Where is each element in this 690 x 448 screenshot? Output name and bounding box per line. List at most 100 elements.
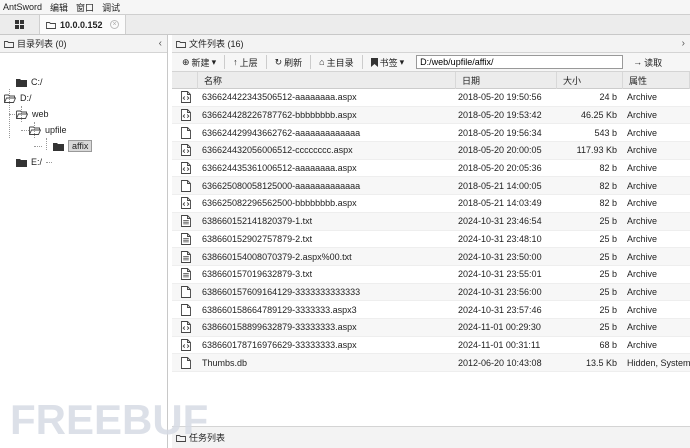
blank-file-icon <box>172 283 198 300</box>
caret-down-icon: ▾ <box>211 56 217 67</box>
file-attr: Archive <box>627 145 658 156</box>
menu-bar: AntSword 编辑 窗口 调试 <box>0 0 690 14</box>
new-button[interactable]: ⊕ 新建 ▾ <box>178 55 220 70</box>
file-date: 2018-05-20 19:56:34 <box>458 127 542 138</box>
blank-file-icon <box>172 124 198 141</box>
file-row[interactable]: 636624429943662762-aaaaaaaaaaaaa 2018-05-… <box>172 124 690 143</box>
file-row[interactable]: 636624422343506512-aaaaaaaa.aspx 2018-05-… <box>172 89 690 107</box>
tree-item-e[interactable]: E:/ <box>16 154 42 170</box>
blank-file-icon <box>172 177 198 194</box>
file-date: 2018-05-20 20:05:36 <box>458 163 542 174</box>
freebuf-watermark: FREEBUF <box>10 396 208 440</box>
bookmark-button[interactable]: 书签 ▾ <box>367 55 409 70</box>
file-date: 2018-05-20 20:00:05 <box>458 145 542 156</box>
file-size: 82 b <box>599 198 617 209</box>
file-date: 2024-10-31 23:57:46 <box>458 304 542 315</box>
file-attr: Archive <box>627 163 658 174</box>
bookmark-icon <box>370 57 378 67</box>
path-input[interactable] <box>416 55 624 69</box>
grid-icon[interactable] <box>0 15 40 34</box>
tab-session[interactable]: 10.0.0.152 × <box>40 15 126 34</box>
tree-item-web[interactable]: web <box>16 106 49 122</box>
file-date: 2018-05-20 19:50:56 <box>458 92 542 103</box>
file-row[interactable]: 638660154008070379-2.aspx%00.txt 2024-10-… <box>172 248 690 266</box>
file-attr: Archive <box>627 251 658 262</box>
folder-icon <box>4 40 14 48</box>
file-name: 638660158899632879-33333333.aspx <box>202 322 357 333</box>
file-name: 636624435361006512-aaaaaaaa.aspx <box>202 163 357 174</box>
tree-item-label: D:/ <box>20 93 32 103</box>
up-button-label: 上层 <box>239 57 258 68</box>
file-row[interactable]: 638660152141820379-1.txt 2024-10-31 23:46… <box>172 212 690 231</box>
open-folder-icon <box>4 94 16 103</box>
file-name: Thumbs.db <box>202 357 248 368</box>
file-row[interactable]: 636625080058125000-aaaaaaaaaaaaa 2018-05-… <box>172 177 690 196</box>
refresh-button[interactable]: ↻ 刷新 <box>271 55 307 70</box>
file-date: 2024-10-31 23:48:10 <box>458 233 542 244</box>
file-row[interactable]: 638660158899632879-33333333.aspx 2024-11-… <box>172 318 690 337</box>
close-icon[interactable]: × <box>110 20 119 29</box>
file-row[interactable]: 636624428226787762-bbbbbbbb.aspx 2018-05-… <box>172 106 690 125</box>
file-size: 46.25 Kb <box>580 110 617 121</box>
file-name: 638660157609164129-3333333333333 <box>202 286 361 297</box>
file-row[interactable]: Thumbs.db 2012-06-20 10:43:08 13.5 Kb Hidde… <box>172 354 690 372</box>
file-row[interactable]: 638660152902757879-2.txt 2024-10-31 23:48… <box>172 231 690 249</box>
bookmark-button-label: 书签 <box>379 57 398 68</box>
tree-item-d[interactable]: D:/ <box>4 90 32 106</box>
caret-down-icon: ▾ <box>399 56 405 67</box>
menu-item-window[interactable]: 窗口 <box>76 1 94 14</box>
menu-item-debug[interactable]: 调试 <box>102 1 120 14</box>
tab-label: 10.0.0.152 <box>60 19 103 30</box>
code-file-icon <box>172 319 198 336</box>
code-file-icon <box>172 160 198 177</box>
file-name: 638660152902757879-2.txt <box>202 233 313 244</box>
blank-file-icon <box>172 301 198 318</box>
file-attr: Archive <box>627 216 658 227</box>
file-row[interactable]: 636625082296562500-bbbbbbbb.aspx 2018-05-… <box>172 195 690 213</box>
read-button[interactable]: → 读取 <box>629 55 666 70</box>
open-folder-icon <box>29 126 41 135</box>
column-attr[interactable]: 属性 <box>623 71 690 89</box>
tree-item-upfile[interactable]: upfile <box>29 122 67 138</box>
menu-item-edit[interactable]: 编辑 <box>50 1 68 14</box>
file-size: 68 b <box>599 339 617 350</box>
file-row[interactable]: 636624435361006512-aaaaaaaa.aspx 2018-05-… <box>172 160 690 178</box>
file-row[interactable]: 638660158664789129-3333333.aspx3 2024-10-… <box>172 301 690 319</box>
tree-item-label: web <box>32 109 49 119</box>
file-row[interactable]: 638660178716976629-33333333.aspx 2024-11-… <box>172 337 690 355</box>
file-size: 25 b <box>599 286 617 297</box>
file-row[interactable]: 638660157609164129-3333333333333 2024-10-… <box>172 283 690 302</box>
up-button[interactable]: ↑ 上层 <box>229 55 262 70</box>
file-size: 82 b <box>599 163 617 174</box>
file-table-body: 636624422343506512-aaaaaaaa.aspx 2018-05-… <box>172 89 690 372</box>
file-row[interactable]: 636624432056006512-cccccccc.aspx 2018-05-… <box>172 142 690 160</box>
directory-tree: C:/ D:/ web upfile affix E:/ <box>0 53 167 167</box>
read-button-label: 读取 <box>644 57 663 68</box>
task-panel-header[interactable]: 任务列表 <box>172 426 690 448</box>
file-attr: Archive <box>627 233 658 244</box>
plus-circle-icon: ⊕ <box>182 56 190 67</box>
home-button[interactable]: ⌂ 主目录 <box>315 55 357 70</box>
folder-icon <box>53 142 64 151</box>
file-attr: Archive <box>627 322 658 333</box>
text-file-icon <box>172 248 198 265</box>
column-date[interactable]: 日期 <box>456 71 557 89</box>
file-size: 25 b <box>599 304 617 315</box>
column-size[interactable]: 大小 <box>557 71 623 89</box>
collapse-right-icon[interactable]: › <box>682 38 685 49</box>
file-size: 25 b <box>599 216 617 227</box>
file-row[interactable]: 638660157019632879-3.txt 2024-10-31 23:55… <box>172 266 690 284</box>
code-file-icon <box>172 336 198 353</box>
file-size: 82 b <box>599 180 617 191</box>
column-name[interactable]: 名称 <box>198 71 456 89</box>
tree-item-c[interactable]: C:/ <box>16 74 43 90</box>
code-file-icon <box>172 107 198 124</box>
tree-item-affix[interactable]: affix <box>53 138 93 154</box>
file-date: 2024-10-31 23:50:00 <box>458 251 542 262</box>
collapse-left-icon[interactable]: ‹ <box>159 38 162 49</box>
refresh-button-label: 刷新 <box>284 57 303 68</box>
menu-item-antsword[interactable]: AntSword <box>3 2 42 12</box>
folder-icon <box>16 158 27 167</box>
file-name: 636625082296562500-bbbbbbbb.aspx <box>202 198 357 209</box>
file-attr: Archive <box>627 127 658 138</box>
